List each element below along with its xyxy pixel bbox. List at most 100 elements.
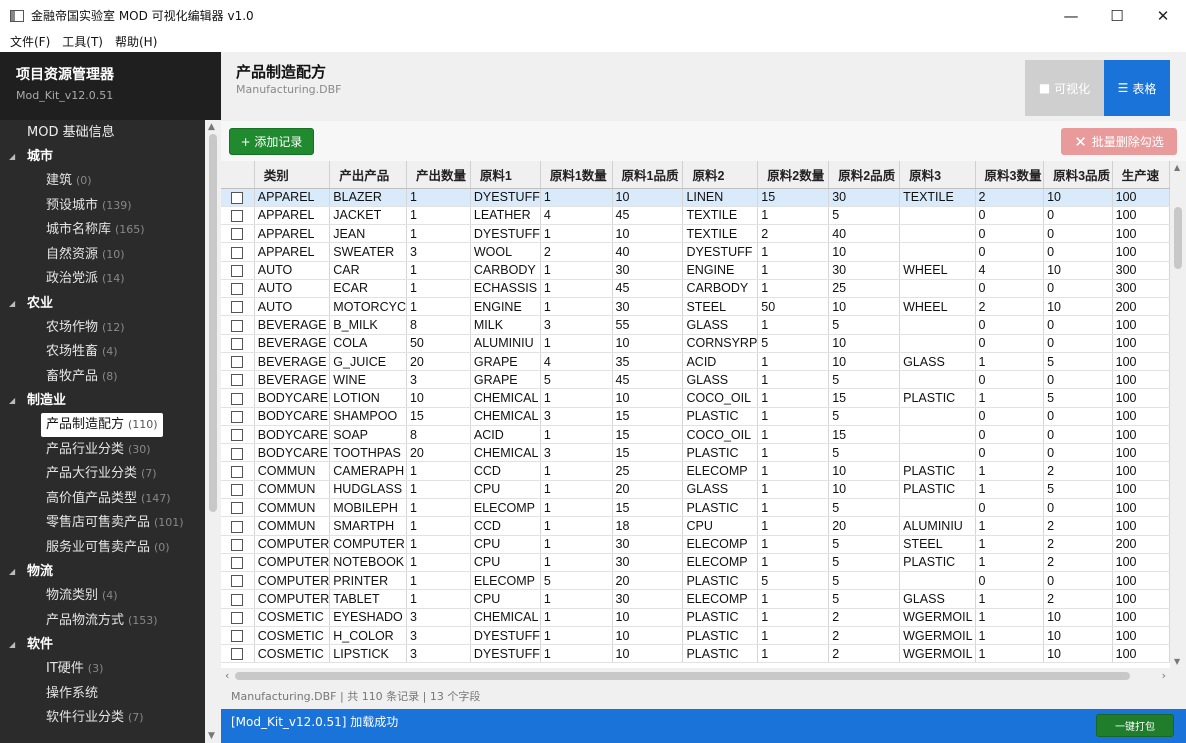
column-header[interactable]: 产出产品	[329, 161, 407, 189]
table-view-button[interactable]: ☰ 表格	[1104, 60, 1170, 116]
table-cell[interactable]: ELECOMP	[470, 571, 541, 591]
table-cell[interactable]: PLASTIC	[899, 461, 976, 481]
table-cell[interactable]: CARBODY	[682, 279, 759, 299]
menu-file[interactable]: 文件(F)	[4, 33, 56, 50]
table-cell[interactable]: 0	[975, 279, 1045, 299]
table-cell[interactable]: 10	[1043, 261, 1113, 280]
table-cell[interactable]: 100	[1112, 224, 1170, 244]
table-cell[interactable]: 3	[406, 242, 471, 262]
grid-hscroll-thumb[interactable]	[235, 672, 1130, 680]
table-cell[interactable]: 1	[975, 461, 1045, 481]
table-cell[interactable]: PLASTIC	[899, 480, 976, 500]
table-cell[interactable]: 45	[612, 279, 684, 299]
table-cell[interactable]: 1	[406, 224, 471, 244]
tree-item[interactable]: 建筑 (0)	[0, 169, 205, 194]
tree-item[interactable]: 自然资源 (10)	[0, 243, 205, 268]
table-row[interactable]: BODYCARE LOTION 10 CHEMICAL 1 10 COCO_OIL 1 15 PL…	[221, 388, 1170, 408]
table-cell[interactable]: 3	[540, 443, 613, 463]
table-cell[interactable]: 1	[975, 608, 1045, 627]
table-cell[interactable]: 2	[1043, 461, 1113, 481]
table-cell[interactable]: AUTO	[254, 261, 331, 280]
table-cell[interactable]: 2	[975, 188, 1045, 207]
table-cell[interactable]	[899, 571, 976, 591]
table-cell[interactable]: 30	[612, 589, 684, 609]
table-cell[interactable]: CARBODY	[470, 261, 541, 280]
table-cell[interactable]: 55	[612, 315, 684, 335]
table-cell[interactable]: ELECOMP	[470, 498, 541, 518]
tree-category[interactable]: ◢ 物流	[0, 560, 205, 584]
table-cell[interactable]: COMPUTER	[254, 571, 331, 591]
grid-horizontal-scrollbar[interactable]: ‹ ›	[221, 668, 1170, 684]
scroll-right-icon[interactable]: ›	[1162, 669, 1166, 682]
tree-item[interactable]: 操作系统	[0, 682, 205, 707]
tree-item[interactable]: 农场作物 (12)	[0, 316, 205, 341]
table-row[interactable]: COMMUN CAMERAPH 1 CCD 1 25 ELECOMP 1 10 PLASTIC 1 2…	[221, 461, 1170, 481]
table-cell[interactable]: 10	[828, 352, 901, 372]
table-cell[interactable]: COSMETIC	[254, 608, 331, 627]
table-cell[interactable]: TEXTILE	[682, 206, 759, 226]
table-cell[interactable]: 5	[828, 571, 901, 591]
table-cell[interactable]: 10	[1043, 626, 1113, 646]
tree-item[interactable]: 高价值产品类型 (147)	[0, 487, 205, 512]
table-row[interactable]: BODYCARE TOOTHPAS 20 CHEMICAL 3 15 PLASTIC 1 5 0 0…	[221, 443, 1170, 463]
expand-caret-icon[interactable]: ◢	[9, 145, 15, 169]
table-cell[interactable]	[899, 242, 976, 262]
table-cell[interactable]: 5	[757, 334, 830, 353]
table-cell[interactable]: 0	[1043, 443, 1113, 463]
table-cell[interactable]: 10	[828, 461, 901, 481]
table-cell[interactable]: 100	[1112, 242, 1170, 262]
row-checkbox[interactable]	[231, 356, 244, 369]
table-cell[interactable]: 0	[975, 224, 1045, 244]
table-cell[interactable]: 100	[1112, 626, 1170, 646]
table-cell[interactable]: ECHASSIS	[470, 279, 541, 299]
table-cell[interactable]: 0	[975, 334, 1045, 353]
minimize-button[interactable]: —	[1048, 0, 1094, 31]
table-cell[interactable]: 1	[540, 261, 613, 280]
table-cell[interactable]: 10	[612, 644, 684, 664]
row-checkbox[interactable]	[231, 465, 244, 478]
expand-caret-icon[interactable]: ◢	[9, 560, 15, 584]
table-cell[interactable]: PLASTIC	[682, 407, 759, 426]
table-row[interactable]: BEVERAGE G_JUICE 20 GRAPE 4 35 ACID 1 10 GLASS 1 5 1…	[221, 352, 1170, 372]
table-cell[interactable]: 1	[406, 535, 471, 554]
table-cell[interactable]: 10	[828, 242, 901, 262]
table-cell[interactable]: BODYCARE	[254, 425, 331, 445]
table-cell[interactable]: DYESTUFF	[682, 242, 759, 262]
table-cell[interactable]: CCD	[470, 461, 541, 481]
table-cell[interactable]: 1	[757, 261, 830, 280]
table-cell[interactable]: 100	[1112, 425, 1170, 445]
table-cell[interactable]: 15	[757, 188, 830, 207]
table-cell[interactable]: 1	[975, 535, 1045, 554]
table-cell[interactable]: TEXTILE	[682, 224, 759, 244]
table-cell[interactable]: HUDGLASS	[329, 480, 407, 500]
table-cell[interactable]: 0	[975, 425, 1045, 445]
table-cell[interactable]: CPU	[470, 589, 541, 609]
table-row[interactable]: COMMUN SMARTPH 1 CCD 1 18 CPU 1 20 ALUMINIU 1 2 100	[221, 516, 1170, 536]
table-cell[interactable]: JACKET	[329, 206, 407, 226]
table-cell[interactable]	[899, 443, 976, 463]
table-cell[interactable]: 1	[406, 553, 471, 573]
table-cell[interactable]: 5	[828, 535, 901, 554]
table-cell[interactable]: 100	[1112, 370, 1170, 390]
table-cell[interactable]: 2	[1043, 516, 1113, 536]
table-cell[interactable]: 1	[406, 589, 471, 609]
table-cell[interactable]: 15	[612, 443, 684, 463]
table-cell[interactable]: 1	[975, 480, 1045, 500]
table-cell[interactable]: CHEMICAL	[470, 443, 541, 463]
table-row[interactable]: APPAREL SWEATER 3 WOOL 2 40 DYESTUFF 1 10 0 0 100	[221, 242, 1170, 262]
table-cell[interactable]: BODYCARE	[254, 388, 331, 408]
table-cell[interactable]: 10	[828, 334, 901, 353]
table-cell[interactable]: 0	[1043, 279, 1113, 299]
table-cell[interactable]	[899, 425, 976, 445]
visual-view-button[interactable]: ■ 可视化	[1025, 60, 1104, 116]
column-header[interactable]: 原料2	[682, 161, 759, 189]
table-cell[interactable]: 0	[1043, 498, 1113, 518]
tree-item[interactable]: 产品制造配方 (110)	[0, 413, 205, 438]
table-cell[interactable]: 0	[975, 498, 1045, 518]
table-cell[interactable]: 100	[1112, 461, 1170, 481]
table-cell[interactable]: APPAREL	[254, 224, 331, 244]
row-checkbox[interactable]	[231, 191, 244, 204]
tree-item[interactable]: 畜牧产品 (8)	[0, 365, 205, 390]
table-cell[interactable]: 10	[612, 608, 684, 627]
table-cell[interactable]: 100	[1112, 188, 1170, 207]
